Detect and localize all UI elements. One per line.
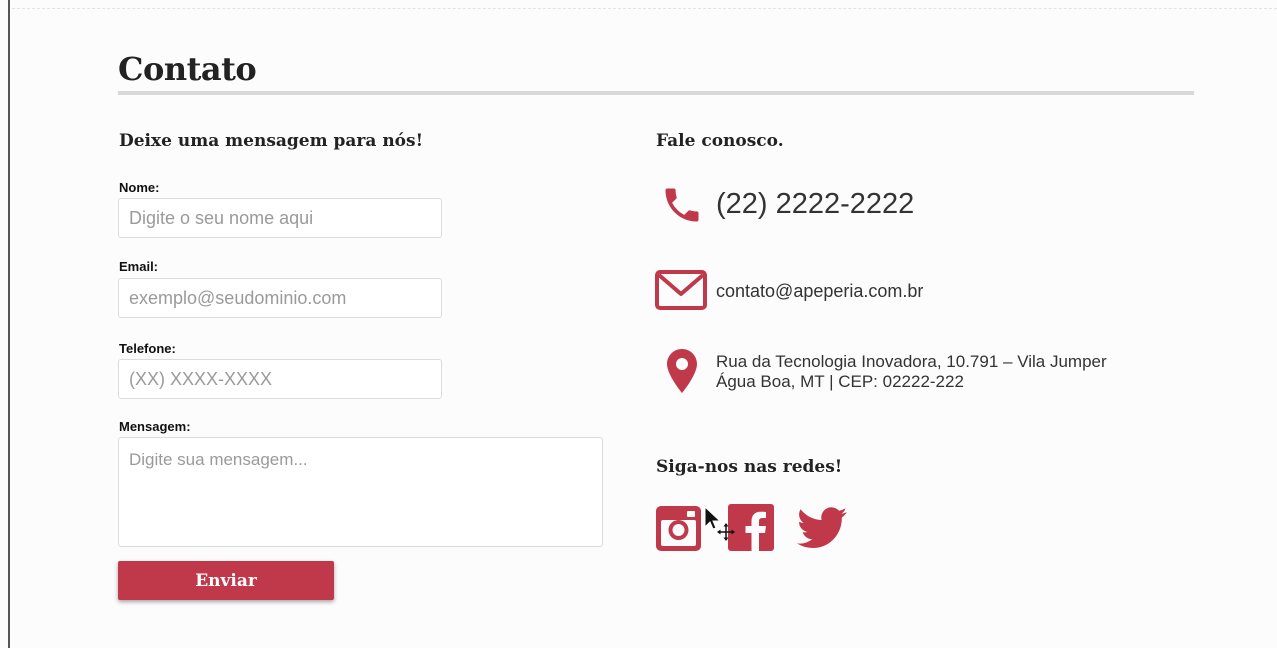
instagram-link[interactable] bbox=[656, 506, 701, 556]
name-input[interactable] bbox=[118, 198, 442, 238]
contact-heading: Fale conosco. bbox=[656, 131, 784, 151]
twitter-link[interactable] bbox=[797, 507, 847, 554]
message-textarea[interactable] bbox=[118, 437, 603, 547]
phone-icon bbox=[665, 188, 699, 222]
instagram-icon bbox=[656, 506, 701, 551]
address-line-2: Água Boa, MT | CEP: 02222-222 bbox=[716, 372, 964, 391]
window-left-edge bbox=[8, 0, 10, 648]
email-label: Email: bbox=[119, 259, 159, 274]
address: Rua da Tecnologia Inovadora, 10.791 – Vi… bbox=[716, 352, 1107, 392]
map-pin-icon bbox=[667, 349, 697, 393]
top-dashed-divider bbox=[12, 8, 1277, 9]
contact-page: Contato Deixe uma mensagem para nós! Nom… bbox=[0, 0, 1277, 648]
envelope-icon bbox=[655, 270, 707, 310]
phone-label: Telefone: bbox=[119, 341, 176, 356]
phone-number: (22) 2222-2222 bbox=[716, 188, 915, 220]
mouse-cursor-icon bbox=[704, 506, 735, 541]
address-line-1: Rua da Tecnologia Inovadora, 10.791 – Vi… bbox=[716, 352, 1107, 371]
form-heading: Deixe uma mensagem para nós! bbox=[119, 131, 424, 151]
name-label: Nome: bbox=[119, 180, 160, 195]
social-heading: Siga-nos nas redes! bbox=[656, 457, 843, 477]
email-link[interactable]: contato@apeperia.com.br bbox=[716, 281, 923, 302]
page-title: Contato bbox=[118, 50, 257, 88]
title-underline bbox=[118, 91, 1194, 95]
email-input[interactable] bbox=[118, 278, 442, 318]
twitter-icon bbox=[797, 507, 847, 548]
phone-input[interactable] bbox=[118, 359, 442, 399]
submit-button[interactable]: Enviar bbox=[118, 561, 334, 600]
message-label: Mensagem: bbox=[119, 419, 191, 434]
